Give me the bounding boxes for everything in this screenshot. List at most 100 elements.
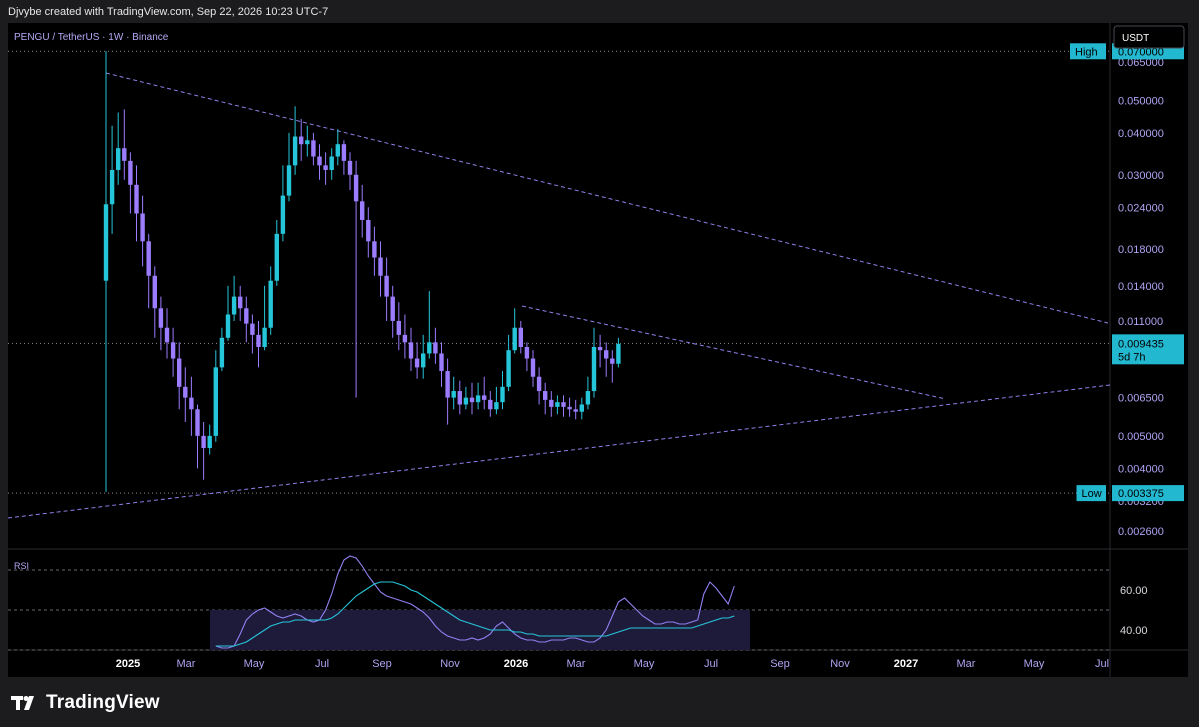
- candle-body: [103, 204, 109, 281]
- candle-up: [475, 382, 481, 410]
- candle-body: [109, 169, 115, 205]
- candle-body: [597, 346, 603, 351]
- candle-body: [329, 156, 334, 170]
- candle-body: [421, 353, 426, 368]
- candle-down: [610, 350, 615, 383]
- candle-down: [597, 334, 603, 368]
- candle-body: [610, 358, 615, 364]
- candle-down: [549, 391, 554, 417]
- candle-up: [579, 397, 584, 420]
- candle-body: [116, 148, 121, 170]
- candle-body: [506, 350, 511, 387]
- candle-down: [183, 367, 188, 422]
- candle-body: [616, 343, 621, 364]
- candle-body: [390, 296, 395, 321]
- tradingview-logo-icon: [11, 696, 34, 710]
- candle-down: [128, 152, 133, 214]
- candle-up: [213, 350, 218, 442]
- rsi-band-fill: [210, 610, 750, 650]
- candle-body: [201, 435, 206, 448]
- candle-down: [201, 421, 206, 480]
- candle-body: [567, 406, 572, 410]
- time-axis-tick: May: [244, 658, 265, 670]
- candle-body: [177, 358, 182, 387]
- candle-body: [335, 144, 340, 157]
- candle-body: [524, 346, 530, 359]
- candle-up: [585, 376, 591, 410]
- candle-body: [134, 184, 139, 214]
- candle-body: [445, 371, 450, 398]
- time-axis-tick: Mar: [957, 658, 976, 670]
- low-tag-value: 0.003375: [1118, 488, 1164, 500]
- candle-body: [213, 367, 218, 436]
- candle-up: [292, 106, 298, 175]
- candle-body: [561, 402, 566, 407]
- candle-body: [512, 327, 517, 351]
- candle-down: [189, 376, 194, 436]
- candle-up: [616, 337, 621, 368]
- time-axis-tick: Mar: [567, 658, 586, 670]
- time-axis-tick: Sep: [770, 658, 790, 670]
- time-axis-tick: Jul: [704, 658, 718, 670]
- candle-body: [555, 402, 560, 407]
- price-axis-tick: 0.030000: [1118, 170, 1164, 182]
- currency-button[interactable]: USDT: [1113, 25, 1185, 49]
- candle-up: [555, 395, 560, 415]
- price-axis-tick: 0.014000: [1118, 281, 1164, 293]
- candle-body: [250, 323, 255, 335]
- candle-up: [116, 112, 121, 185]
- candle-body: [292, 136, 298, 166]
- time-axis-tick: Nov: [440, 658, 460, 670]
- candle-body: [146, 241, 151, 276]
- candle-up: [274, 219, 279, 286]
- candle-body: [286, 165, 292, 196]
- price-chart[interactable]: 0.0650000.0500000.0400000.0300000.024000…: [7, 23, 1188, 677]
- candle-body: [549, 399, 554, 407]
- candle-body: [384, 275, 389, 297]
- chart-frame[interactable]: 0.065000 0.050000 0.040000 0.030000 0.024000…: [7, 23, 1188, 677]
- candle-down: [530, 350, 536, 387]
- price-axis-tick: 0.018000: [1118, 244, 1164, 256]
- candle-body: [317, 156, 322, 166]
- candle-body: [207, 435, 212, 448]
- candle-body: [378, 257, 383, 276]
- candle-body: [353, 174, 359, 202]
- upper-trendline: [105, 72, 1109, 324]
- candle-up: [335, 129, 340, 166]
- candle-up: [512, 308, 517, 354]
- candle-body: [408, 342, 414, 359]
- candle-body: [366, 219, 371, 242]
- candle-down: [573, 399, 578, 420]
- candle-down: [366, 207, 371, 258]
- candle-body: [219, 337, 225, 368]
- candle-body: [238, 296, 243, 309]
- candle-body: [170, 342, 176, 359]
- tradingview-brand: TradingView: [46, 692, 160, 713]
- price-axis-tick: 0.040000: [1118, 128, 1164, 140]
- candle-body: [262, 327, 267, 347]
- candle-down: [402, 314, 408, 359]
- candle-down: [170, 327, 176, 377]
- candle-up: [329, 148, 334, 180]
- candle-down: [195, 404, 200, 469]
- candle-body: [347, 160, 353, 175]
- candle-body: [128, 160, 133, 185]
- candle-body: [500, 386, 505, 403]
- candle-body: [323, 165, 328, 170]
- candle-down: [317, 144, 322, 180]
- candle-up: [109, 125, 115, 234]
- time-axis-tick: Sep: [372, 658, 392, 670]
- time-axis-tick: 2025: [116, 658, 140, 670]
- candle-body: [158, 308, 164, 328]
- candle-down: [414, 342, 420, 379]
- candle-body: [488, 399, 493, 410]
- price-axis-tick: 0.004000: [1118, 463, 1164, 475]
- candle-up: [286, 132, 292, 202]
- candle-body: [299, 136, 304, 145]
- candle-body: [256, 334, 261, 347]
- candle-body: [152, 275, 157, 309]
- time-axis-tick: 2026: [504, 658, 528, 670]
- high-tag-label: High: [1075, 46, 1098, 58]
- candle-body: [494, 402, 499, 410]
- candle-body: [518, 327, 523, 347]
